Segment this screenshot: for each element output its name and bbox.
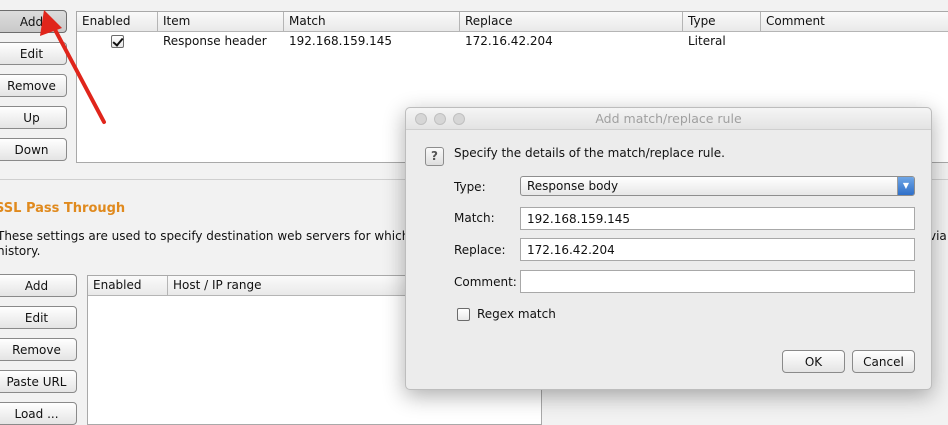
edit-rule-button[interactable]: Edit — [0, 42, 67, 65]
cancel-button[interactable]: Cancel — [852, 350, 915, 373]
remove-rule-button[interactable]: Remove — [0, 74, 67, 97]
dialog-titlebar[interactable]: Add match/replace rule — [406, 108, 931, 130]
column-header-match[interactable]: Match — [284, 12, 460, 31]
move-up-button[interactable]: Up — [0, 106, 67, 129]
description-line-2: history. — [0, 244, 41, 258]
dialog-prompt: Specify the details of the match/replace… — [454, 146, 725, 160]
column-header-comment[interactable]: Comment — [761, 12, 948, 31]
row-item: Response header — [163, 34, 267, 48]
match-input[interactable] — [520, 207, 915, 230]
replace-input[interactable] — [520, 238, 915, 261]
help-icon: ? — [425, 147, 444, 166]
match-label: Match: — [454, 211, 495, 225]
add-rule-button[interactable]: Add — [0, 10, 67, 33]
ssl-paste-url-button[interactable]: Paste URL — [0, 370, 77, 393]
dialog-title: Add match/replace rule — [595, 111, 742, 126]
chevron-down-icon[interactable]: ▼ — [897, 177, 914, 195]
description-line-1: These settings are used to specify desti… — [0, 229, 429, 243]
regex-match-checkbox[interactable] — [457, 308, 470, 321]
table-header: Enabled Item Match Replace Type Comment — [77, 12, 948, 32]
column-header-replace[interactable]: Replace — [460, 12, 683, 31]
regex-match-label[interactable]: Regex match — [477, 307, 556, 321]
row-type: Literal — [688, 34, 726, 48]
row-comment — [761, 32, 766, 51]
ok-button[interactable]: OK — [782, 350, 845, 373]
column-header-enabled[interactable]: Enabled — [77, 12, 158, 31]
replace-label: Replace: — [454, 243, 506, 257]
type-select-value: Response body — [527, 179, 619, 193]
move-down-button[interactable]: Down — [0, 138, 67, 161]
type-label: Type: — [454, 180, 486, 194]
ssl-remove-button[interactable]: Remove — [0, 338, 77, 361]
row-enabled-checkbox[interactable] — [111, 35, 124, 48]
ssl-section-title: SSL Pass Through — [0, 201, 126, 216]
row-replace: 172.16.42.204 — [465, 34, 553, 48]
row-match: 192.168.159.145 — [289, 34, 393, 48]
column-header-type[interactable]: Type — [683, 12, 761, 31]
comment-label: Comment: — [454, 275, 517, 289]
add-rule-dialog: Add match/replace rule ? Specify the det… — [405, 107, 932, 390]
table-row[interactable]: Response header 192.168.159.145 172.16.4… — [77, 32, 948, 52]
ssl-edit-button[interactable]: Edit — [0, 306, 77, 329]
ssl-column-header-enabled[interactable]: Enabled — [88, 276, 168, 295]
comment-input[interactable] — [520, 270, 915, 293]
ssl-load-button[interactable]: Load ... — [0, 402, 77, 425]
column-header-item[interactable]: Item — [158, 12, 284, 31]
type-select[interactable]: Response body ▼ — [520, 176, 915, 196]
ssl-add-button[interactable]: Add — [0, 274, 77, 297]
